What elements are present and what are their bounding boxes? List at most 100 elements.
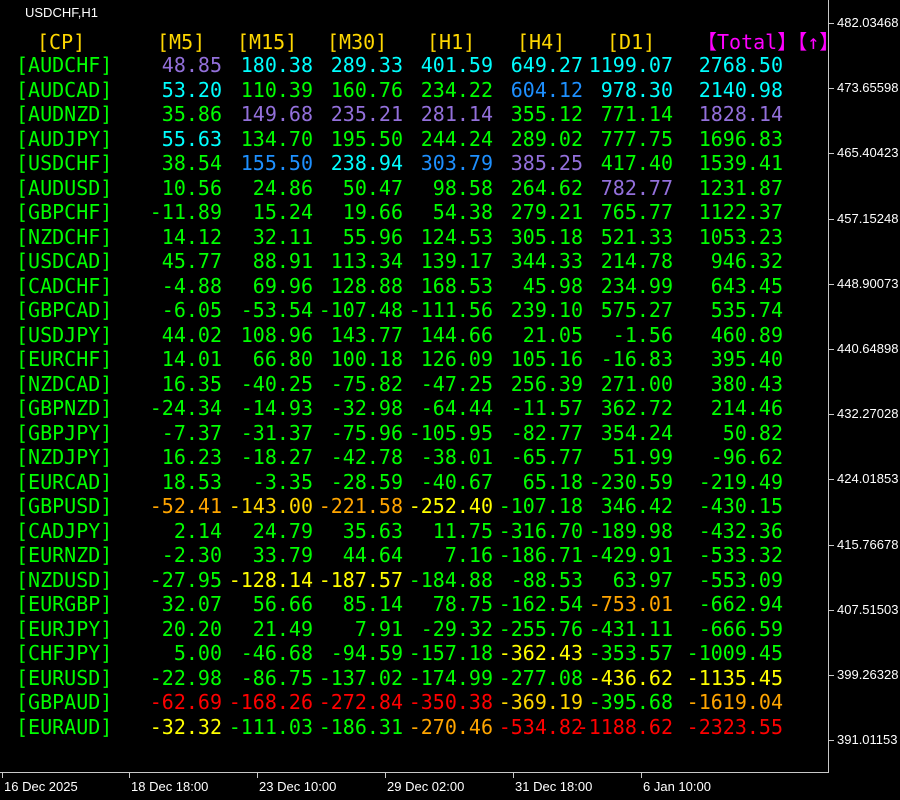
value-cell: -38.01	[420, 445, 493, 469]
price-tick	[829, 544, 834, 546]
value-cell: -111.56	[408, 298, 493, 322]
value-cell: 2768.50	[698, 53, 783, 77]
time-tick	[641, 773, 642, 778]
value-cell: -11.57	[510, 396, 583, 420]
value-cell: -1619.04	[686, 690, 783, 714]
price-label: 465.40423	[837, 145, 899, 161]
value-cell: -2323.55	[686, 714, 783, 739]
value-cell: -4.88	[161, 273, 222, 298]
time-tick	[385, 773, 386, 778]
value-cell: 21.49	[252, 616, 313, 641]
value-cell: 234.99	[600, 273, 673, 298]
value-cell: 2.14	[173, 518, 222, 543]
value-cell: 14.12	[161, 224, 222, 249]
value-cell: -1188.62	[576, 714, 673, 739]
pair-label: [CHFJPY]	[16, 641, 113, 665]
time-label: 18 Dec 18:00	[131, 779, 209, 794]
value-cell: -186.71	[498, 543, 583, 567]
column-header-1: [M5]	[157, 30, 206, 54]
symbol-timeframe-label: USDCHF,H1	[25, 5, 98, 20]
pair-label: [EURNZD]	[16, 543, 113, 567]
value-cell: -16.83	[600, 347, 673, 371]
value-cell: 100.18	[330, 347, 403, 371]
value-cell: 777.75	[600, 126, 673, 151]
value-cell: -353.57	[588, 641, 673, 665]
pair-label: [USDJPY]	[16, 322, 113, 347]
price-label: 407.51503	[837, 601, 899, 617]
pair-label: [EURAUD]	[16, 714, 113, 739]
value-cell: 69.96	[252, 273, 313, 298]
pair-label: [GBPCAD]	[16, 298, 113, 322]
value-cell: 38.54	[161, 151, 222, 175]
pair-label: [AUDUSD]	[16, 175, 113, 200]
pair-label: [AUDJPY]	[16, 126, 113, 151]
value-cell: -430.15	[698, 494, 783, 518]
value-cell: 16.35	[161, 371, 222, 396]
value-cell: -6.05	[161, 298, 222, 322]
value-cell: -436.62	[588, 665, 673, 690]
value-cell: 44.02	[161, 322, 222, 347]
value-cell: -47.25	[420, 371, 493, 396]
value-cell: 5.00	[173, 641, 222, 665]
value-cell: -184.88	[408, 567, 493, 592]
value-cell: -369.19	[498, 690, 583, 714]
value-cell: -431.11	[588, 616, 673, 641]
pair-label: [CADJPY]	[16, 518, 113, 543]
value-cell: 35.63	[342, 518, 403, 543]
pair-label: [GBPJPY]	[16, 420, 113, 445]
price-label: 399.26328	[837, 667, 899, 682]
pair-label: [GBPNZD]	[16, 396, 113, 420]
value-cell: 1199.07	[588, 53, 673, 77]
value-cell: -3.35	[252, 469, 313, 494]
value-cell: 78.75	[432, 592, 493, 616]
value-cell: 35.86	[161, 102, 222, 126]
value-cell: 344.33	[510, 249, 583, 273]
pair-label: [USDCAD]	[16, 249, 113, 273]
value-cell: 643.45	[710, 273, 783, 298]
value-cell: 113.34	[330, 249, 403, 273]
value-cell: 160.76	[330, 77, 403, 102]
pair-label: [EURJPY]	[16, 616, 113, 641]
value-cell: -174.99	[408, 665, 493, 690]
value-cell: 51.99	[612, 445, 673, 469]
value-cell: 108.96	[240, 322, 313, 347]
value-cell: 354.24	[600, 420, 673, 445]
value-cell: 782.77	[600, 175, 673, 200]
value-cell: 264.62	[510, 175, 583, 200]
value-cell: -88.53	[510, 567, 583, 592]
value-cell: 53.20	[161, 77, 222, 102]
value-cell: 24.79	[252, 518, 313, 543]
value-cell: -362.43	[498, 641, 583, 665]
value-cell: 234.22	[420, 77, 493, 102]
value-cell: -219.49	[698, 469, 783, 494]
value-cell: 21.05	[522, 322, 583, 347]
value-cell: -14.93	[240, 396, 313, 420]
value-cell: -40.25	[240, 371, 313, 396]
value-cell: 362.72	[600, 396, 673, 420]
value-cell: -1009.45	[686, 641, 783, 665]
value-cell: -162.54	[498, 592, 583, 616]
column-header-2: [M15]	[237, 30, 298, 54]
price-tick	[829, 283, 834, 285]
value-cell: 401.59	[420, 53, 493, 77]
value-cell: 128.88	[330, 273, 403, 298]
value-cell: -270.46	[408, 714, 493, 739]
value-cell: 110.39	[240, 77, 313, 102]
value-cell: 10.56	[161, 175, 222, 200]
value-cell: 271.00	[600, 371, 673, 396]
value-cell: 1539.41	[698, 151, 783, 175]
value-cell: -753.01	[588, 592, 673, 616]
value-cell: 32.07	[161, 592, 222, 616]
value-cell: 54.38	[432, 200, 493, 224]
pair-label: [NZDCHF]	[16, 224, 113, 249]
value-cell: -40.67	[420, 469, 493, 494]
pair-label: [EURUSD]	[16, 665, 113, 690]
time-label: 16 Dec 2025	[4, 779, 78, 794]
pair-label: [GBPCHF]	[16, 200, 113, 224]
value-cell: -22.98	[149, 665, 222, 690]
value-cell: -32.98	[330, 396, 403, 420]
value-cell: 65.18	[522, 469, 583, 494]
value-cell: -429.91	[588, 543, 673, 567]
value-cell: 144.66	[420, 322, 493, 347]
column-header-5: [H4]	[517, 30, 566, 54]
